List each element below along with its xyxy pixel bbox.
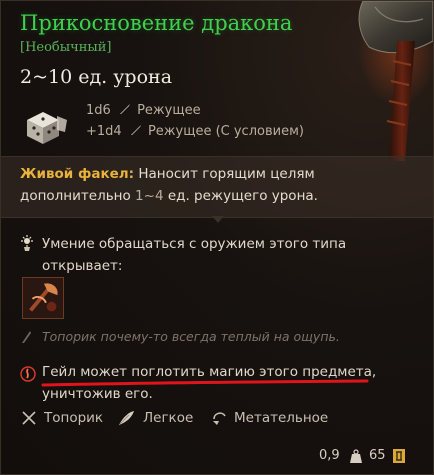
proficiency-icon bbox=[21, 235, 33, 251]
panel-notch-icon bbox=[212, 216, 224, 223]
damage-line-2: +1d4 Режущее (С условием) bbox=[86, 124, 304, 139]
property-label-light: Легкое bbox=[143, 410, 194, 426]
property-label-thrown: Метательное bbox=[234, 410, 329, 426]
item-footer: 0,9 65 bbox=[319, 446, 419, 466]
feather-icon bbox=[118, 411, 134, 426]
damage-dice-2: +1d4 bbox=[86, 124, 122, 139]
damage-dice-1: 1d6 bbox=[86, 103, 111, 118]
passive-name: Живой факел: bbox=[20, 166, 135, 182]
property-label-axe: Топорик bbox=[44, 410, 104, 426]
passive-description: Живой факел: Наносит горящим целям допол… bbox=[20, 163, 415, 207]
throw-icon bbox=[213, 412, 226, 425]
item-tooltip: Прикосновение дракона [Необычный] 2~10 е… bbox=[0, 0, 434, 475]
item-rarity: [Необычный] bbox=[20, 40, 112, 55]
passive-range: 1~4 bbox=[135, 188, 164, 204]
flavor-quill-icon bbox=[22, 331, 31, 343]
item-title: Прикосновение дракона bbox=[20, 11, 293, 35]
axe-icon bbox=[22, 411, 36, 425]
damage-type-2: Режущее (С условием) bbox=[147, 124, 304, 139]
slashing-icon bbox=[130, 125, 141, 135]
passive-text-after: ед. режущего урона. bbox=[163, 188, 318, 204]
weapon-action-icon[interactable] bbox=[22, 277, 64, 319]
gold-coin-icon bbox=[393, 449, 405, 463]
dice-icon bbox=[27, 112, 67, 144]
weapon-art-icon bbox=[358, 1, 433, 161]
damage-type-1: Режущее bbox=[137, 103, 201, 118]
item-weight: 0,9 bbox=[319, 448, 340, 463]
red-underline-mark bbox=[41, 379, 369, 387]
item-price: 65 bbox=[369, 448, 386, 463]
weight-icon bbox=[350, 449, 362, 463]
damage-total: 2~10 ед. урона bbox=[20, 66, 173, 88]
slashing-icon bbox=[119, 104, 130, 114]
flavor-text: Топорик почему-то всегда теплый на ощупь… bbox=[42, 329, 340, 344]
proficiency-text: Умение обращаться с оружием этого типа о… bbox=[42, 236, 347, 274]
damage-line-1: 1d6 Режущее bbox=[86, 103, 201, 118]
absorb-magic-icon bbox=[20, 366, 36, 382]
